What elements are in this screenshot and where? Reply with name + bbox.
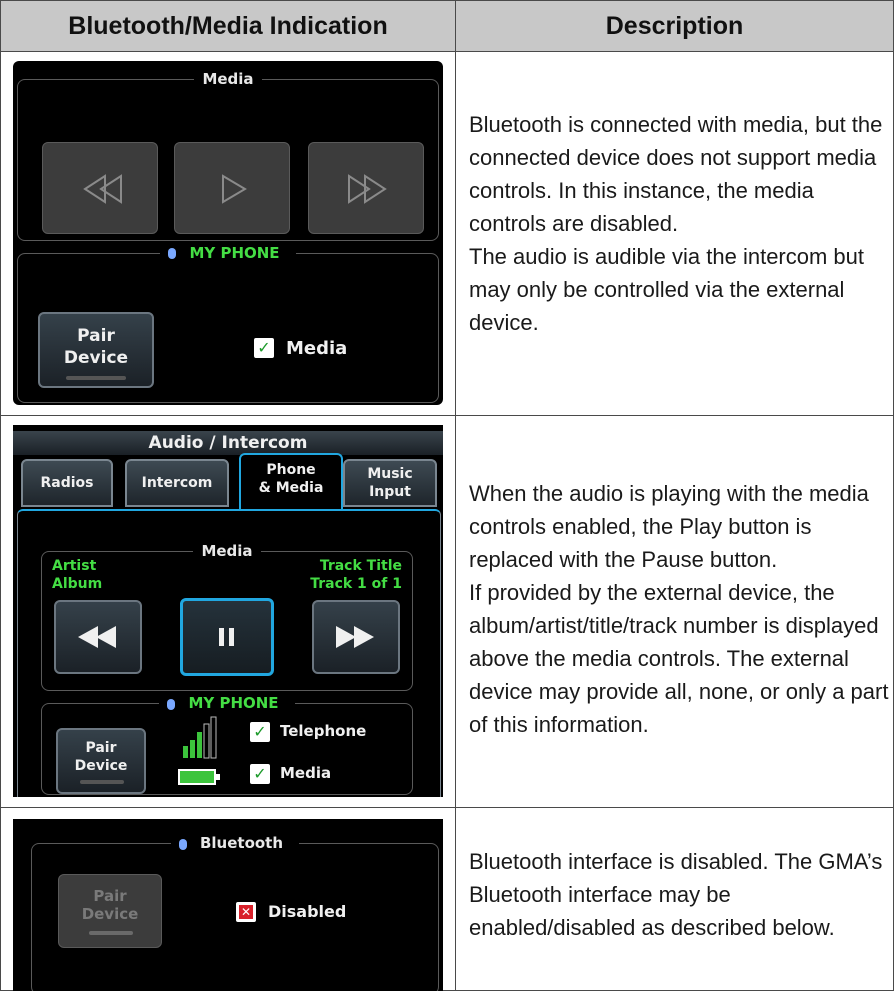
- row2-description: When the audio is playing with the media…: [469, 477, 889, 741]
- row2-panel: Audio / Intercom Radios Intercom Phone &…: [13, 425, 443, 797]
- signal-strength-icon: [183, 716, 217, 759]
- bluetooth-group: Bluetooth Pair Device ✕ Disabled: [31, 834, 439, 991]
- media-group-title: Media: [193, 542, 261, 560]
- phone-group-title: MY PHONE: [181, 244, 288, 262]
- media-checkbox-label: Media: [286, 338, 348, 359]
- column-divider: [455, 1, 456, 990]
- row1-description: Bluetooth is connected with media, but t…: [469, 108, 889, 339]
- row1-desc-para: The audio is audible via the intercom bu…: [469, 244, 865, 335]
- media-group-title: Media: [194, 70, 262, 88]
- pair-label: Pair: [85, 740, 117, 756]
- row3-description: Bluetooth interface is disabled. The GMA…: [469, 845, 889, 944]
- media-group: Media: [17, 70, 439, 241]
- button-indicator-bar: [66, 376, 126, 380]
- pause-button[interactable]: [180, 598, 274, 676]
- device-label: Device: [74, 758, 128, 774]
- telephone-checkbox[interactable]: ✓: [250, 722, 270, 742]
- indication-table: Bluetooth/Media Indication Description M…: [0, 0, 894, 991]
- disabled-checkbox-label: Disabled: [268, 902, 347, 921]
- col2-header: Description: [456, 1, 893, 52]
- row-divider: [1, 415, 893, 416]
- button-indicator-bar: [80, 780, 124, 784]
- fast-forward-icon: [348, 174, 387, 204]
- battery-icon: [178, 769, 220, 785]
- audio-intercom-title: Audio / Intercom: [13, 431, 443, 455]
- fast-forward-button[interactable]: [312, 600, 400, 674]
- pair-device-button[interactable]: Pair Device: [38, 312, 154, 388]
- row1-desc-para: Bluetooth is connected with media, but t…: [469, 112, 883, 236]
- media-checkbox-label: Media: [280, 764, 332, 782]
- fast-forward-button[interactable]: [308, 142, 424, 234]
- media-checkbox[interactable]: ✓: [250, 764, 270, 784]
- telephone-checkbox-label: Telephone: [280, 722, 367, 740]
- disabled-checkbox[interactable]: ✕: [236, 902, 256, 922]
- x-icon: ✕: [239, 905, 253, 919]
- row-divider: [1, 807, 893, 808]
- bluetooth-icon: [178, 838, 187, 850]
- media-group: Media Artist Album Track Title Track 1 o…: [41, 542, 413, 691]
- tab-music-input[interactable]: Music Input: [343, 459, 437, 507]
- track-title-label: Track Title: [319, 558, 402, 574]
- pair-device-button[interactable]: Pair Device: [58, 874, 162, 948]
- row1-panel: Media MY PHONE Pair Device ✓ Media: [13, 61, 443, 405]
- device-label: Device: [81, 905, 139, 923]
- media-checkbox[interactable]: ✓: [254, 338, 274, 358]
- track-number-label: Track 1 of 1: [310, 576, 402, 592]
- row3-desc-para: Bluetooth interface is disabled. The GMA…: [469, 849, 883, 940]
- tab-radios[interactable]: Radios: [21, 459, 113, 507]
- pair-label: Pair: [93, 887, 127, 905]
- album-label: Album: [52, 576, 103, 592]
- bluetooth-icon: [168, 248, 177, 259]
- rewind-button[interactable]: [54, 600, 142, 674]
- phone-group: MY PHONE Pair Device ✓ Telephone ✓ Media: [41, 694, 413, 795]
- row3-panel: Bluetooth Pair Device ✕ Disabled: [13, 819, 443, 991]
- tab-phone-media[interactable]: Phone & Media: [239, 453, 343, 511]
- row2-desc-para: When the audio is playing with the media…: [469, 481, 869, 572]
- device-label: Device: [63, 348, 129, 368]
- bluetooth-icon: [167, 699, 176, 710]
- fast-forward-icon: [336, 626, 374, 648]
- phone-group-title: MY PHONE: [180, 694, 287, 712]
- play-icon: [222, 174, 247, 204]
- rewind-icon: [83, 174, 122, 204]
- row2-desc-para: If provided by the external device, the …: [469, 580, 889, 737]
- phone-group: MY PHONE Pair Device ✓ Media: [17, 244, 439, 403]
- tab-intercom[interactable]: Intercom: [125, 459, 229, 507]
- rewind-icon: [78, 626, 116, 648]
- artist-label: Artist: [52, 558, 97, 574]
- bluetooth-group-title: Bluetooth: [191, 834, 292, 852]
- col1-header: Bluetooth/Media Indication: [1, 1, 456, 52]
- pair-device-button[interactable]: Pair Device: [56, 728, 146, 794]
- rewind-button[interactable]: [42, 142, 158, 234]
- pause-icon: [219, 628, 234, 646]
- pair-label: Pair: [77, 326, 115, 346]
- button-indicator-bar: [89, 931, 133, 935]
- play-button[interactable]: [174, 142, 290, 234]
